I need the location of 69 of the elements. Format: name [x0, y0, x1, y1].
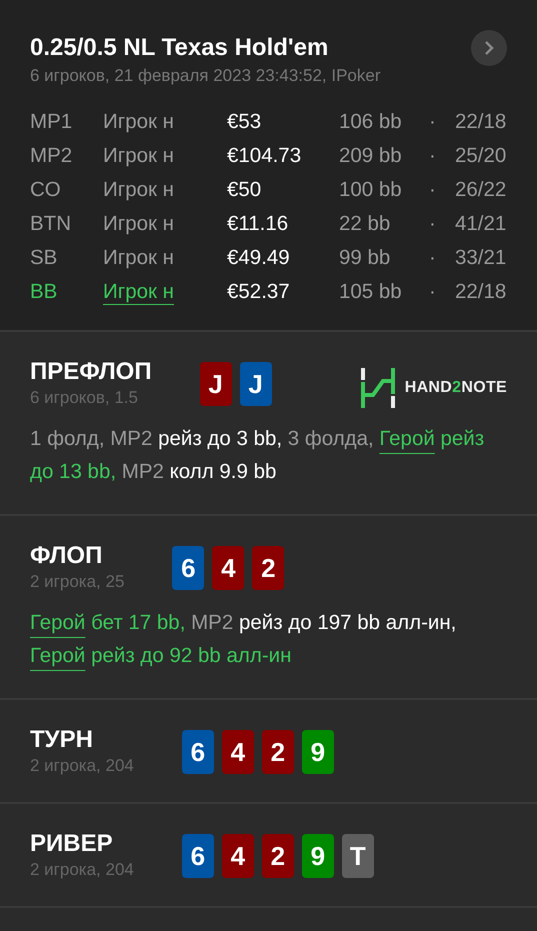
next-button[interactable] — [471, 30, 507, 66]
playing-card: 4 — [222, 730, 254, 774]
player-stack: €104.73 — [227, 143, 302, 169]
player-stack-bb: 100 bb — [339, 177, 403, 203]
player-stack: €11.16 — [227, 211, 290, 237]
player-name: Игрок н — [103, 245, 175, 271]
street-title: РИВЕР — [30, 830, 114, 858]
player-stack: €53 — [227, 109, 262, 135]
separator-dot: · — [429, 109, 437, 135]
street-title: ТУРН — [30, 726, 94, 754]
separator-dot: · — [429, 143, 437, 169]
hand-subtitle: 6 игроков, 21 февраля 2023 23:43:52, IPoker — [30, 66, 381, 86]
street-subtitle: 6 игроков, 1.5 — [30, 388, 139, 408]
player-stack: €52.37 — [227, 279, 291, 305]
separator-dot: · — [429, 279, 437, 305]
playing-card: T — [342, 834, 374, 878]
player-name: Игрок н — [103, 177, 175, 203]
street-actions: 1 фолд, MP2 рейз до 3 bb, 3 фолда, Герой рейз до 13 bb, MP2 колл 9.9 bb — [30, 426, 486, 485]
playing-card: J — [240, 362, 272, 406]
player-name: Игрок н — [103, 143, 175, 169]
playing-card: 2 — [262, 730, 294, 774]
player-stats: 22/18 — [455, 279, 507, 305]
separator-dot: · — [429, 177, 437, 203]
street-subtitle: 2 игрока, 204 — [30, 860, 134, 880]
playing-card: 6 — [182, 834, 214, 878]
hero-link[interactable]: Герой — [30, 644, 86, 667]
player-name[interactable]: Игрок н — [103, 278, 227, 306]
playing-card: 9 — [302, 834, 334, 878]
street-subtitle: 2 игрока, 204 — [30, 756, 134, 776]
player-position: CO — [30, 177, 62, 203]
playing-card: 4 — [212, 546, 244, 590]
hand-title: 0.25/0.5 NL Texas Hold'em — [30, 34, 330, 62]
player-stack-bb: 106 bb — [339, 109, 403, 135]
player-stats: 41/21 — [455, 211, 507, 237]
playing-card: J — [200, 362, 232, 406]
playing-card: 2 — [252, 546, 284, 590]
player-stats: 26/22 — [455, 177, 507, 203]
hero-link[interactable]: Герой — [30, 611, 86, 634]
player-stack: €49.49 — [227, 245, 291, 271]
player-position: BB — [30, 279, 58, 305]
player-stack-bb: 22 bb — [339, 211, 392, 237]
playing-card: 9 — [302, 730, 334, 774]
player-stack-bb: 105 bb — [339, 279, 403, 305]
street-title: ПРЕФЛОП — [30, 358, 152, 386]
street-subtitle: 2 игрока, 25 — [30, 572, 124, 592]
player-stack-bb: 99 bb — [339, 245, 392, 271]
player-stack-bb: 209 bb — [339, 143, 403, 169]
separator-dot: · — [429, 245, 437, 271]
playing-card: 6 — [182, 730, 214, 774]
street-actions: Герой бет 17 bb, MP2 рейз до 197 bb алл-ин, Герой рейз до 92 bb алл-ин — [30, 610, 458, 669]
hero-link[interactable]: Герой — [379, 427, 435, 450]
logo-text: HAND2NOTE — [404, 379, 507, 397]
playing-card: 4 — [222, 834, 254, 878]
playing-card: 2 — [262, 834, 294, 878]
chevron-right-icon — [482, 39, 496, 57]
player-stats: 33/21 — [455, 245, 507, 271]
logo-icon — [360, 368, 395, 408]
player-position: MP2 — [30, 143, 74, 169]
player-position: SB — [30, 245, 58, 271]
playing-card: 6 — [172, 546, 204, 590]
player-name: Игрок н — [103, 109, 175, 135]
player-position: MP1 — [30, 109, 74, 135]
street-title: ФЛОП — [30, 542, 104, 570]
player-stats: 22/18 — [455, 109, 507, 135]
player-stats: 25/20 — [455, 143, 507, 169]
player-name: Игрок н — [103, 211, 175, 237]
player-stack: €50 — [227, 177, 262, 203]
player-position: BTN — [30, 211, 72, 237]
separator-dot: · — [429, 211, 437, 237]
